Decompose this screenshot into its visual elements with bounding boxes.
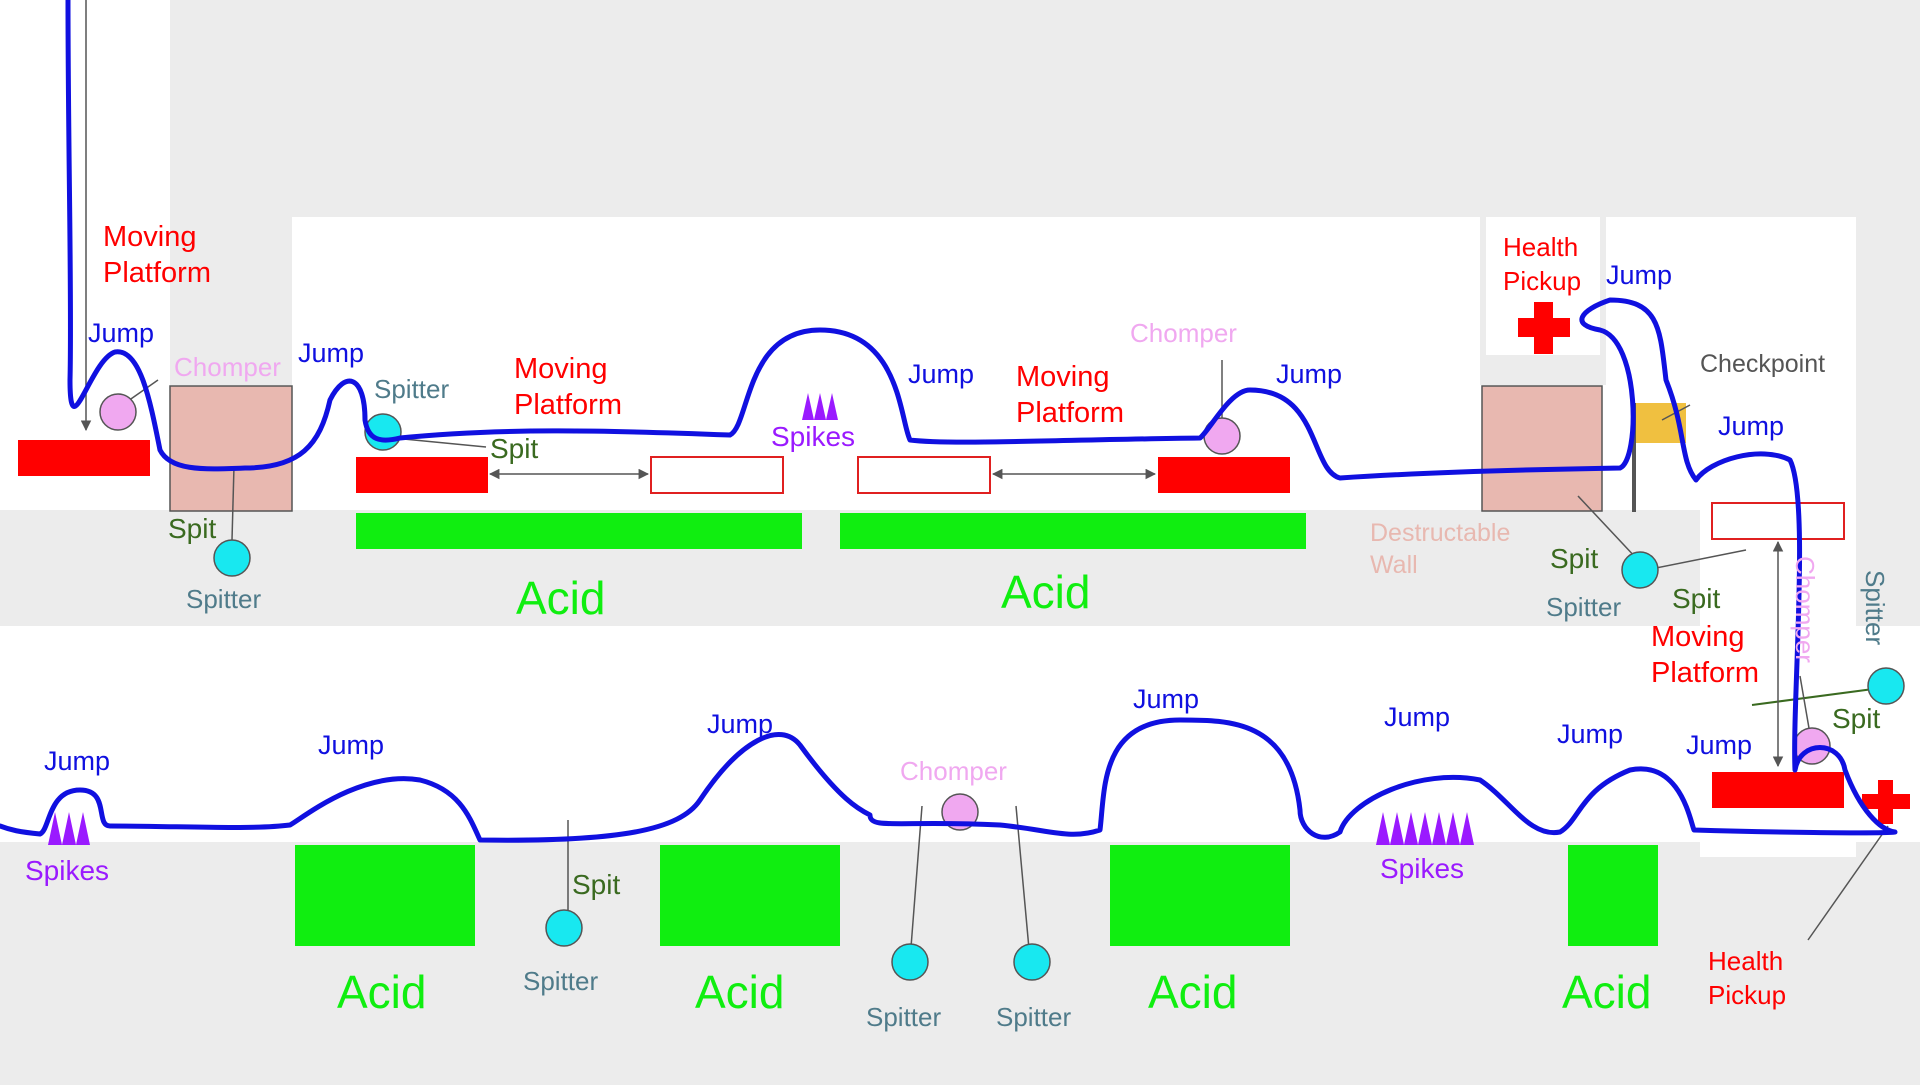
acid-label: Acid	[695, 966, 784, 1018]
spit-label: Spit	[1672, 583, 1720, 614]
spitter-enemy	[213, 539, 251, 577]
moving-platform-label: Moving	[514, 353, 608, 385]
jump-label: Jump	[1133, 684, 1199, 714]
chomper-label: Chomper	[1790, 556, 1820, 663]
spitter-label: Spitter	[1546, 592, 1621, 622]
acid-label: Acid	[1562, 966, 1651, 1018]
moving-platform-label: Moving	[1016, 361, 1110, 393]
health-alcove-floor	[1480, 355, 1606, 385]
chomper-enemy	[99, 393, 137, 431]
jump-label: Jump	[88, 318, 154, 348]
destructable-wall-label: Destructable	[1370, 519, 1510, 547]
moving-platform	[356, 457, 488, 493]
destructable-wall	[1481, 385, 1603, 512]
spit-label: Spit	[1550, 543, 1598, 574]
moving-platform	[1712, 772, 1844, 808]
moving-platform-label: Platform	[1016, 397, 1124, 429]
acid-label: Acid	[1148, 966, 1237, 1018]
health-alcove-wall-left	[1480, 217, 1486, 362]
health-pickup-label: Pickup	[1708, 980, 1786, 1010]
spitter-label: Spitter	[1860, 570, 1890, 645]
spikes-label: Spikes	[25, 855, 109, 886]
spitter-enemy	[1621, 551, 1659, 589]
spitter-label: Spitter	[996, 1002, 1071, 1032]
spitter-label: Spitter	[186, 584, 261, 614]
health-pickup-label: Pickup	[1503, 266, 1581, 296]
spitter-enemy	[891, 943, 929, 981]
acid-pool	[840, 513, 1306, 549]
jump-label: Jump	[1686, 730, 1752, 760]
spitter-enemy	[1867, 667, 1905, 705]
moving-platform-label: Moving	[1651, 621, 1745, 653]
jump-label: Jump	[318, 730, 384, 760]
level-map-canvas: Jump Jump Jump Jump Jump Jump Jump Jump …	[0, 0, 1920, 1032]
chomper-label: Chomper	[1130, 318, 1237, 348]
spit-label: Spit	[572, 869, 620, 900]
acid-label: Acid	[1001, 566, 1090, 618]
moving-platform-label: Moving	[103, 221, 197, 253]
spikes-label: Spikes	[1380, 853, 1464, 884]
spikes-hazard	[48, 812, 90, 845]
jump-label: Jump	[298, 338, 364, 368]
jump-label: Jump	[1718, 411, 1784, 441]
platform-destination	[857, 456, 991, 494]
checkpoint-label: Checkpoint	[1700, 350, 1825, 378]
chomper-label: Chomper	[900, 756, 1007, 786]
jump-label: Jump	[908, 359, 974, 389]
jump-label: Jump	[1557, 719, 1623, 749]
moving-platform	[18, 440, 150, 476]
spitter-enemy	[545, 909, 583, 947]
moving-platform-label: Platform	[1651, 657, 1759, 689]
acid-pool	[1568, 845, 1658, 946]
health-pickup-label: Health	[1708, 946, 1783, 976]
jump-label: Jump	[44, 746, 110, 776]
spitter-label: Spitter	[523, 966, 598, 996]
acid-label: Acid	[516, 572, 605, 624]
moving-platform	[1158, 457, 1290, 493]
chomper-label: Chomper	[174, 352, 281, 382]
spit-label: Spit	[168, 513, 216, 544]
spikes-hazard	[802, 393, 838, 420]
spitter-label: Spitter	[866, 1002, 941, 1032]
acid-label: Acid	[337, 966, 426, 1018]
spit-label: Spit	[1832, 703, 1880, 734]
spitter-label: Spitter	[374, 374, 449, 404]
acid-pool	[1110, 845, 1290, 946]
jump-label: Jump	[1384, 702, 1450, 732]
jump-label: Jump	[1276, 359, 1342, 389]
health-pickup-label: Health	[1503, 232, 1578, 262]
platform-destination	[650, 456, 784, 494]
spitter-enemy	[1013, 943, 1051, 981]
destructable-wall	[169, 385, 293, 512]
jump-label: Jump	[1606, 260, 1672, 290]
jump-label: Jump	[707, 709, 773, 739]
destructable-wall-label: Wall	[1370, 551, 1418, 579]
acid-pool	[295, 845, 475, 946]
platform-destination	[1711, 502, 1845, 540]
acid-pool	[356, 513, 802, 549]
acid-pool	[660, 845, 840, 946]
moving-platform-label: Platform	[103, 257, 211, 289]
spikes-label: Spikes	[771, 421, 855, 452]
spit-label: Spit	[490, 433, 538, 464]
level-map: Jump Jump Jump Jump Jump Jump Jump Jump …	[0, 0, 1920, 1080]
moving-platform-label: Platform	[514, 389, 622, 421]
